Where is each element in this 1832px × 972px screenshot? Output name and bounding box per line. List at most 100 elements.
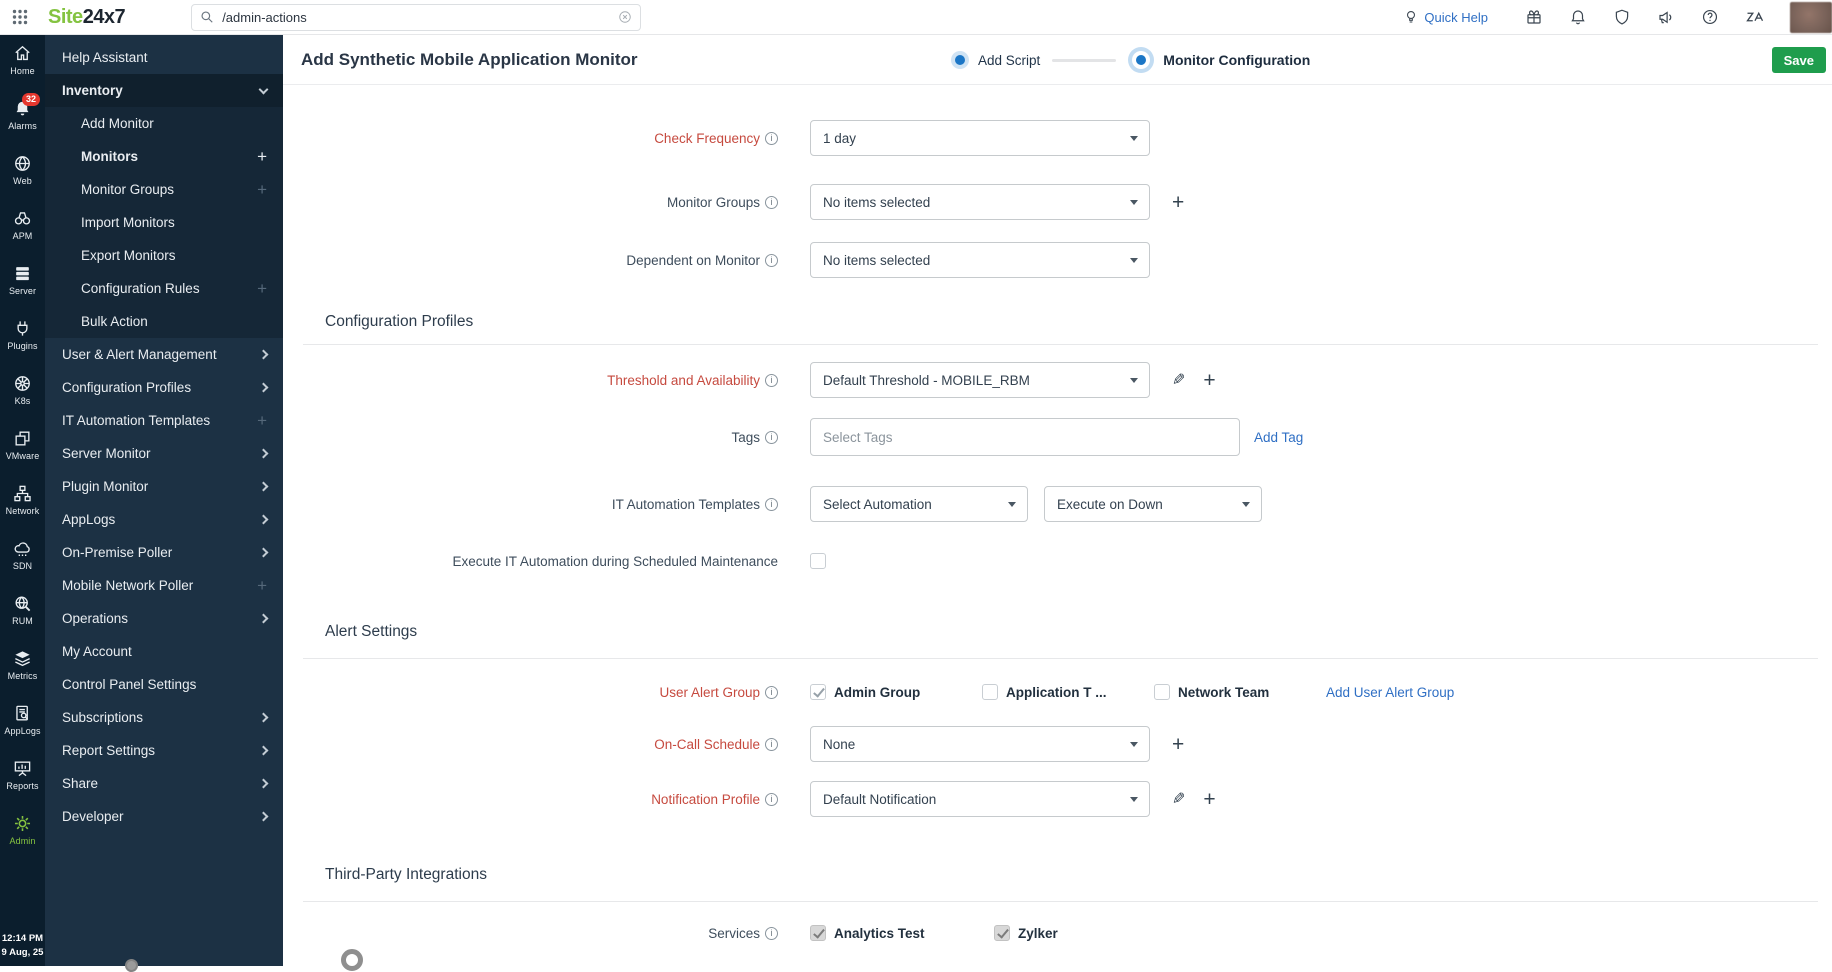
- rail-item-web[interactable]: Web: [0, 153, 45, 208]
- dependent-monitor-select[interactable]: No items selected: [810, 242, 1150, 278]
- rail-item-k8s[interactable]: K8s: [0, 373, 45, 428]
- sidebar-item-plugin-monitor[interactable]: Plugin Monitor: [45, 470, 283, 503]
- monitor-groups-select[interactable]: No items selected: [810, 184, 1150, 220]
- sidebar-item-share[interactable]: Share: [45, 767, 283, 800]
- plugins-icon: [13, 318, 32, 338]
- service-option[interactable]: Zylker: [994, 925, 1178, 941]
- info-icon[interactable]: i: [765, 131, 778, 145]
- rail-item-alarms[interactable]: 32 Alarms: [0, 93, 45, 153]
- info-icon[interactable]: i: [765, 195, 778, 209]
- sidebar-item-applogs[interactable]: AppLogs: [45, 503, 283, 536]
- sidebar-item-monitors[interactable]: Monitors +: [45, 140, 283, 173]
- sidebar-item-my-account[interactable]: My Account: [45, 635, 283, 668]
- add-threshold-button[interactable]: +: [1203, 370, 1215, 391]
- rail-item-metrics[interactable]: Metrics: [0, 648, 45, 703]
- notification-profile-select[interactable]: Default Notification: [810, 781, 1150, 817]
- info-icon[interactable]: i: [765, 792, 778, 806]
- info-icon[interactable]: i: [765, 737, 778, 751]
- help-icon[interactable]: [1701, 8, 1719, 26]
- gift-icon[interactable]: [1525, 8, 1543, 26]
- rail-item-network[interactable]: Network: [0, 483, 45, 538]
- user-alert-group-option[interactable]: Admin Group: [810, 684, 982, 700]
- edit-notification-profile-icon[interactable]: ✎: [1172, 789, 1185, 809]
- rail-item-vmware[interactable]: VMware: [0, 428, 45, 483]
- rail-item-plugins[interactable]: Plugins: [0, 318, 45, 373]
- chat-widget-button[interactable]: [341, 949, 363, 971]
- megaphone-icon[interactable]: [1657, 8, 1675, 26]
- add-tag-link[interactable]: Add Tag: [1254, 430, 1303, 445]
- shield-icon[interactable]: [1613, 8, 1631, 26]
- threshold-row: Threshold and Availability i Default Thre…: [283, 362, 1832, 398]
- reports-icon: [13, 758, 32, 778]
- tags-input[interactable]: [810, 418, 1240, 456]
- rail-item-admin[interactable]: Admin: [0, 813, 45, 868]
- add-monitor-group-button[interactable]: +: [1172, 192, 1184, 213]
- bell-icon[interactable]: [1569, 8, 1587, 26]
- info-icon[interactable]: i: [765, 497, 778, 511]
- sidebar-item-configuration-rules[interactable]: Configuration Rules +: [45, 272, 283, 305]
- user-avatar[interactable]: [1790, 1, 1832, 33]
- sidebar-item-operations[interactable]: Operations: [45, 602, 283, 635]
- rail-item-server[interactable]: Server: [0, 263, 45, 318]
- user-alert-group-option-label: Application T ...: [1006, 684, 1107, 700]
- chevron-right-icon: [258, 514, 269, 525]
- global-search[interactable]: [191, 3, 642, 31]
- threshold-select[interactable]: Default Threshold - MOBILE_RBM: [810, 362, 1150, 398]
- clear-search-icon[interactable]: [618, 10, 632, 24]
- execute-maintenance-checkbox[interactable]: [810, 553, 826, 569]
- edit-threshold-icon[interactable]: ✎: [1172, 370, 1185, 390]
- user-alert-group-option[interactable]: Application T ...: [982, 684, 1154, 700]
- monitor-groups-row: Monitor Groups i No items selected +: [283, 184, 1832, 220]
- search-input[interactable]: [220, 8, 619, 26]
- check-frequency-select[interactable]: 1 day: [810, 120, 1150, 156]
- rail-item-reports[interactable]: Reports: [0, 758, 45, 813]
- sidebar-item-it-automation-templates[interactable]: IT Automation Templates +: [45, 404, 283, 437]
- service-option[interactable]: Analytics Test: [810, 925, 994, 941]
- sidebar-item-help-assistant[interactable]: Help Assistant: [45, 41, 283, 74]
- sidebar-item-user-alert-management[interactable]: User & Alert Management: [45, 338, 283, 371]
- sidebar-item-inventory[interactable]: Inventory: [45, 74, 283, 107]
- info-icon[interactable]: i: [765, 373, 778, 387]
- rail-item-rum[interactable]: RUM: [0, 593, 45, 648]
- sidebar-item-add-monitor[interactable]: Add Monitor: [45, 107, 283, 140]
- checkbox: [810, 925, 826, 941]
- quick-help-button[interactable]: Quick Help: [1403, 9, 1488, 25]
- user-alert-group-option[interactable]: Network Team: [1154, 684, 1326, 700]
- rail-item-home[interactable]: Home: [0, 43, 45, 98]
- on-call-schedule-select[interactable]: None: [810, 726, 1150, 762]
- sidebar-item-report-settings[interactable]: Report Settings: [45, 734, 283, 767]
- chevron-right-icon: [258, 745, 269, 756]
- rail-item-sdn[interactable]: SDN: [0, 538, 45, 593]
- site24x7-logo[interactable]: Site24x7: [48, 6, 126, 29]
- save-button[interactable]: Save: [1771, 47, 1826, 73]
- execute-on-select[interactable]: Execute on Down: [1044, 486, 1262, 522]
- step-add-script[interactable]: Add Script: [951, 51, 1040, 69]
- sidebar-item-developer[interactable]: Developer: [45, 800, 283, 833]
- sidebar-item-mobile-network-poller[interactable]: Mobile Network Poller +: [45, 569, 283, 602]
- automation-select[interactable]: Select Automation: [810, 486, 1028, 522]
- info-icon[interactable]: i: [765, 685, 778, 699]
- rail-item-apm[interactable]: APM: [0, 208, 45, 263]
- info-icon[interactable]: i: [765, 253, 778, 267]
- zia-icon[interactable]: [1745, 8, 1765, 26]
- info-icon[interactable]: i: [765, 430, 778, 444]
- sidebar-item-subscriptions[interactable]: Subscriptions: [45, 701, 283, 734]
- sidebar-item-on-premise-poller[interactable]: On-Premise Poller: [45, 536, 283, 569]
- sidebar-item-bulk-action[interactable]: Bulk Action: [45, 305, 283, 338]
- sidebar-item-label: Plugin Monitor: [62, 479, 149, 494]
- rail-item-applogs[interactable]: AppLogs: [0, 703, 45, 758]
- sidebar-item-export-monitors[interactable]: Export Monitors: [45, 239, 283, 272]
- add-notification-profile-button[interactable]: +: [1203, 789, 1215, 810]
- add-user-alert-group-link[interactable]: Add User Alert Group: [1326, 685, 1454, 700]
- step-monitor-configuration[interactable]: Monitor Configuration: [1128, 47, 1310, 73]
- user-alert-group-row: User Alert Group i Admin Group Application…: [283, 682, 1832, 702]
- sidebar-item-monitor-groups[interactable]: Monitor Groups +: [45, 173, 283, 206]
- sidebar-item-import-monitors[interactable]: Import Monitors: [45, 206, 283, 239]
- add-on-call-schedule-button[interactable]: +: [1172, 734, 1184, 755]
- info-icon[interactable]: i: [765, 926, 778, 940]
- sidebar-item-configuration-profiles[interactable]: Configuration Profiles: [45, 371, 283, 404]
- apps-grid-icon[interactable]: [12, 9, 28, 25]
- sidebar-item-control-panel-settings[interactable]: Control Panel Settings: [45, 668, 283, 701]
- chevron-right-icon: [258, 481, 269, 492]
- sidebar-item-server-monitor[interactable]: Server Monitor: [45, 437, 283, 470]
